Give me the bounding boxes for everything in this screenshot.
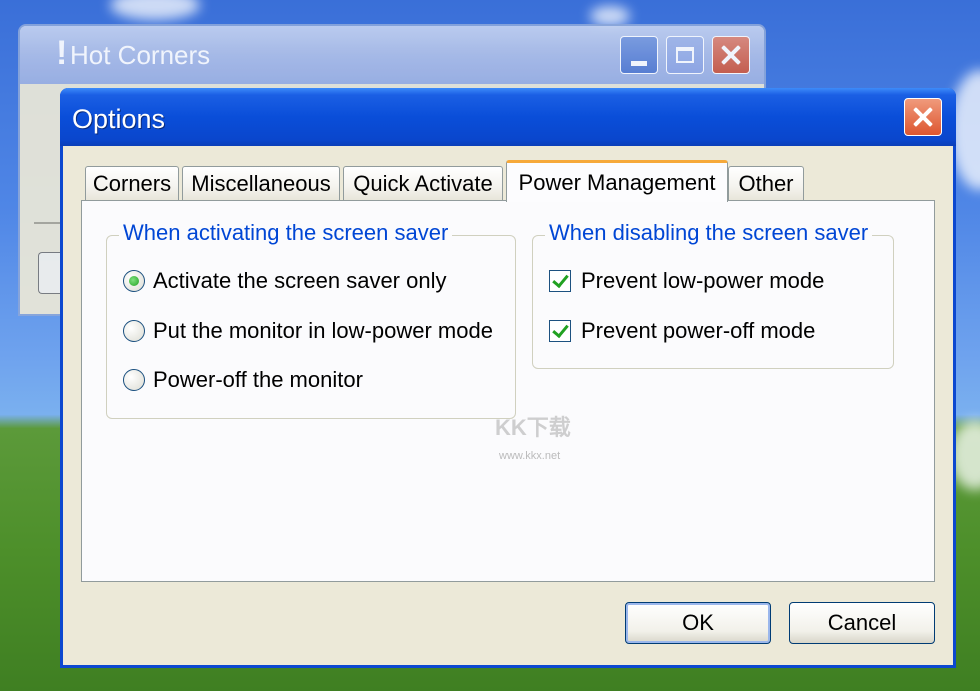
- hot-corners-title: Hot Corners: [70, 40, 211, 70]
- power-management-panel: When activating the screen saver Activat…: [81, 200, 935, 582]
- disabling-group: When disabling the screen saver Prevent …: [532, 220, 894, 369]
- tab-quick-activate[interactable]: Quick Activate: [343, 166, 503, 200]
- options-title-bar[interactable]: Options: [60, 88, 956, 146]
- ok-button[interactable]: OK: [625, 602, 771, 644]
- checkbox-prevent-power-off[interactable]: Prevent power-off mode: [549, 318, 815, 344]
- maximize-button[interactable]: [666, 36, 704, 74]
- watermark-logo: KK下载: [495, 415, 571, 440]
- radio-button[interactable]: [123, 320, 145, 342]
- activating-group-label: When activating the screen saver: [119, 220, 453, 246]
- tab-corners[interactable]: Corners: [85, 166, 179, 200]
- options-close-button[interactable]: [904, 98, 942, 136]
- radio-button[interactable]: [123, 369, 145, 391]
- radio-activate-only[interactable]: Activate the screen saver only: [123, 268, 446, 294]
- cancel-button[interactable]: Cancel: [789, 602, 935, 644]
- cloud: [590, 6, 630, 26]
- close-icon: [720, 44, 742, 66]
- radio-low-power[interactable]: Put the monitor in low-power mode: [123, 318, 493, 344]
- radio-label: Put the monitor in low-power mode: [153, 318, 493, 343]
- disabling-group-label: When disabling the screen saver: [545, 220, 873, 246]
- checkbox[interactable]: [549, 270, 571, 292]
- options-dialog: Options Corners Miscellaneous Quick Acti…: [60, 88, 956, 668]
- radio-label: Power-off the monitor: [153, 367, 363, 392]
- watermark-url: www.kkx.net: [499, 450, 561, 462]
- checkbox-label: Prevent power-off mode: [581, 318, 816, 343]
- tab-power-management[interactable]: Power Management: [506, 160, 728, 202]
- minimize-icon: [631, 60, 647, 66]
- checkbox-prevent-low-power[interactable]: Prevent low-power mode: [549, 268, 824, 294]
- radio-power-off[interactable]: Power-off the monitor: [123, 367, 363, 393]
- cloud: [110, 0, 200, 20]
- minimize-button[interactable]: [620, 36, 658, 74]
- checkbox[interactable]: [549, 320, 571, 342]
- radio-label: Activate the screen saver only: [153, 268, 447, 293]
- close-icon: [912, 106, 934, 128]
- options-title: Options: [72, 104, 166, 134]
- maximize-icon: [676, 47, 694, 63]
- tab-miscellaneous[interactable]: Miscellaneous: [182, 166, 340, 200]
- checkbox-label: Prevent low-power mode: [581, 268, 825, 293]
- hot-corners-title-bar[interactable]: ! Hot Corners: [20, 26, 764, 84]
- radio-button[interactable]: [123, 270, 145, 292]
- close-button[interactable]: [712, 36, 750, 74]
- exclamation-icon: !: [56, 34, 68, 72]
- tab-other[interactable]: Other: [728, 166, 804, 200]
- activating-group: When activating the screen saver Activat…: [106, 220, 516, 419]
